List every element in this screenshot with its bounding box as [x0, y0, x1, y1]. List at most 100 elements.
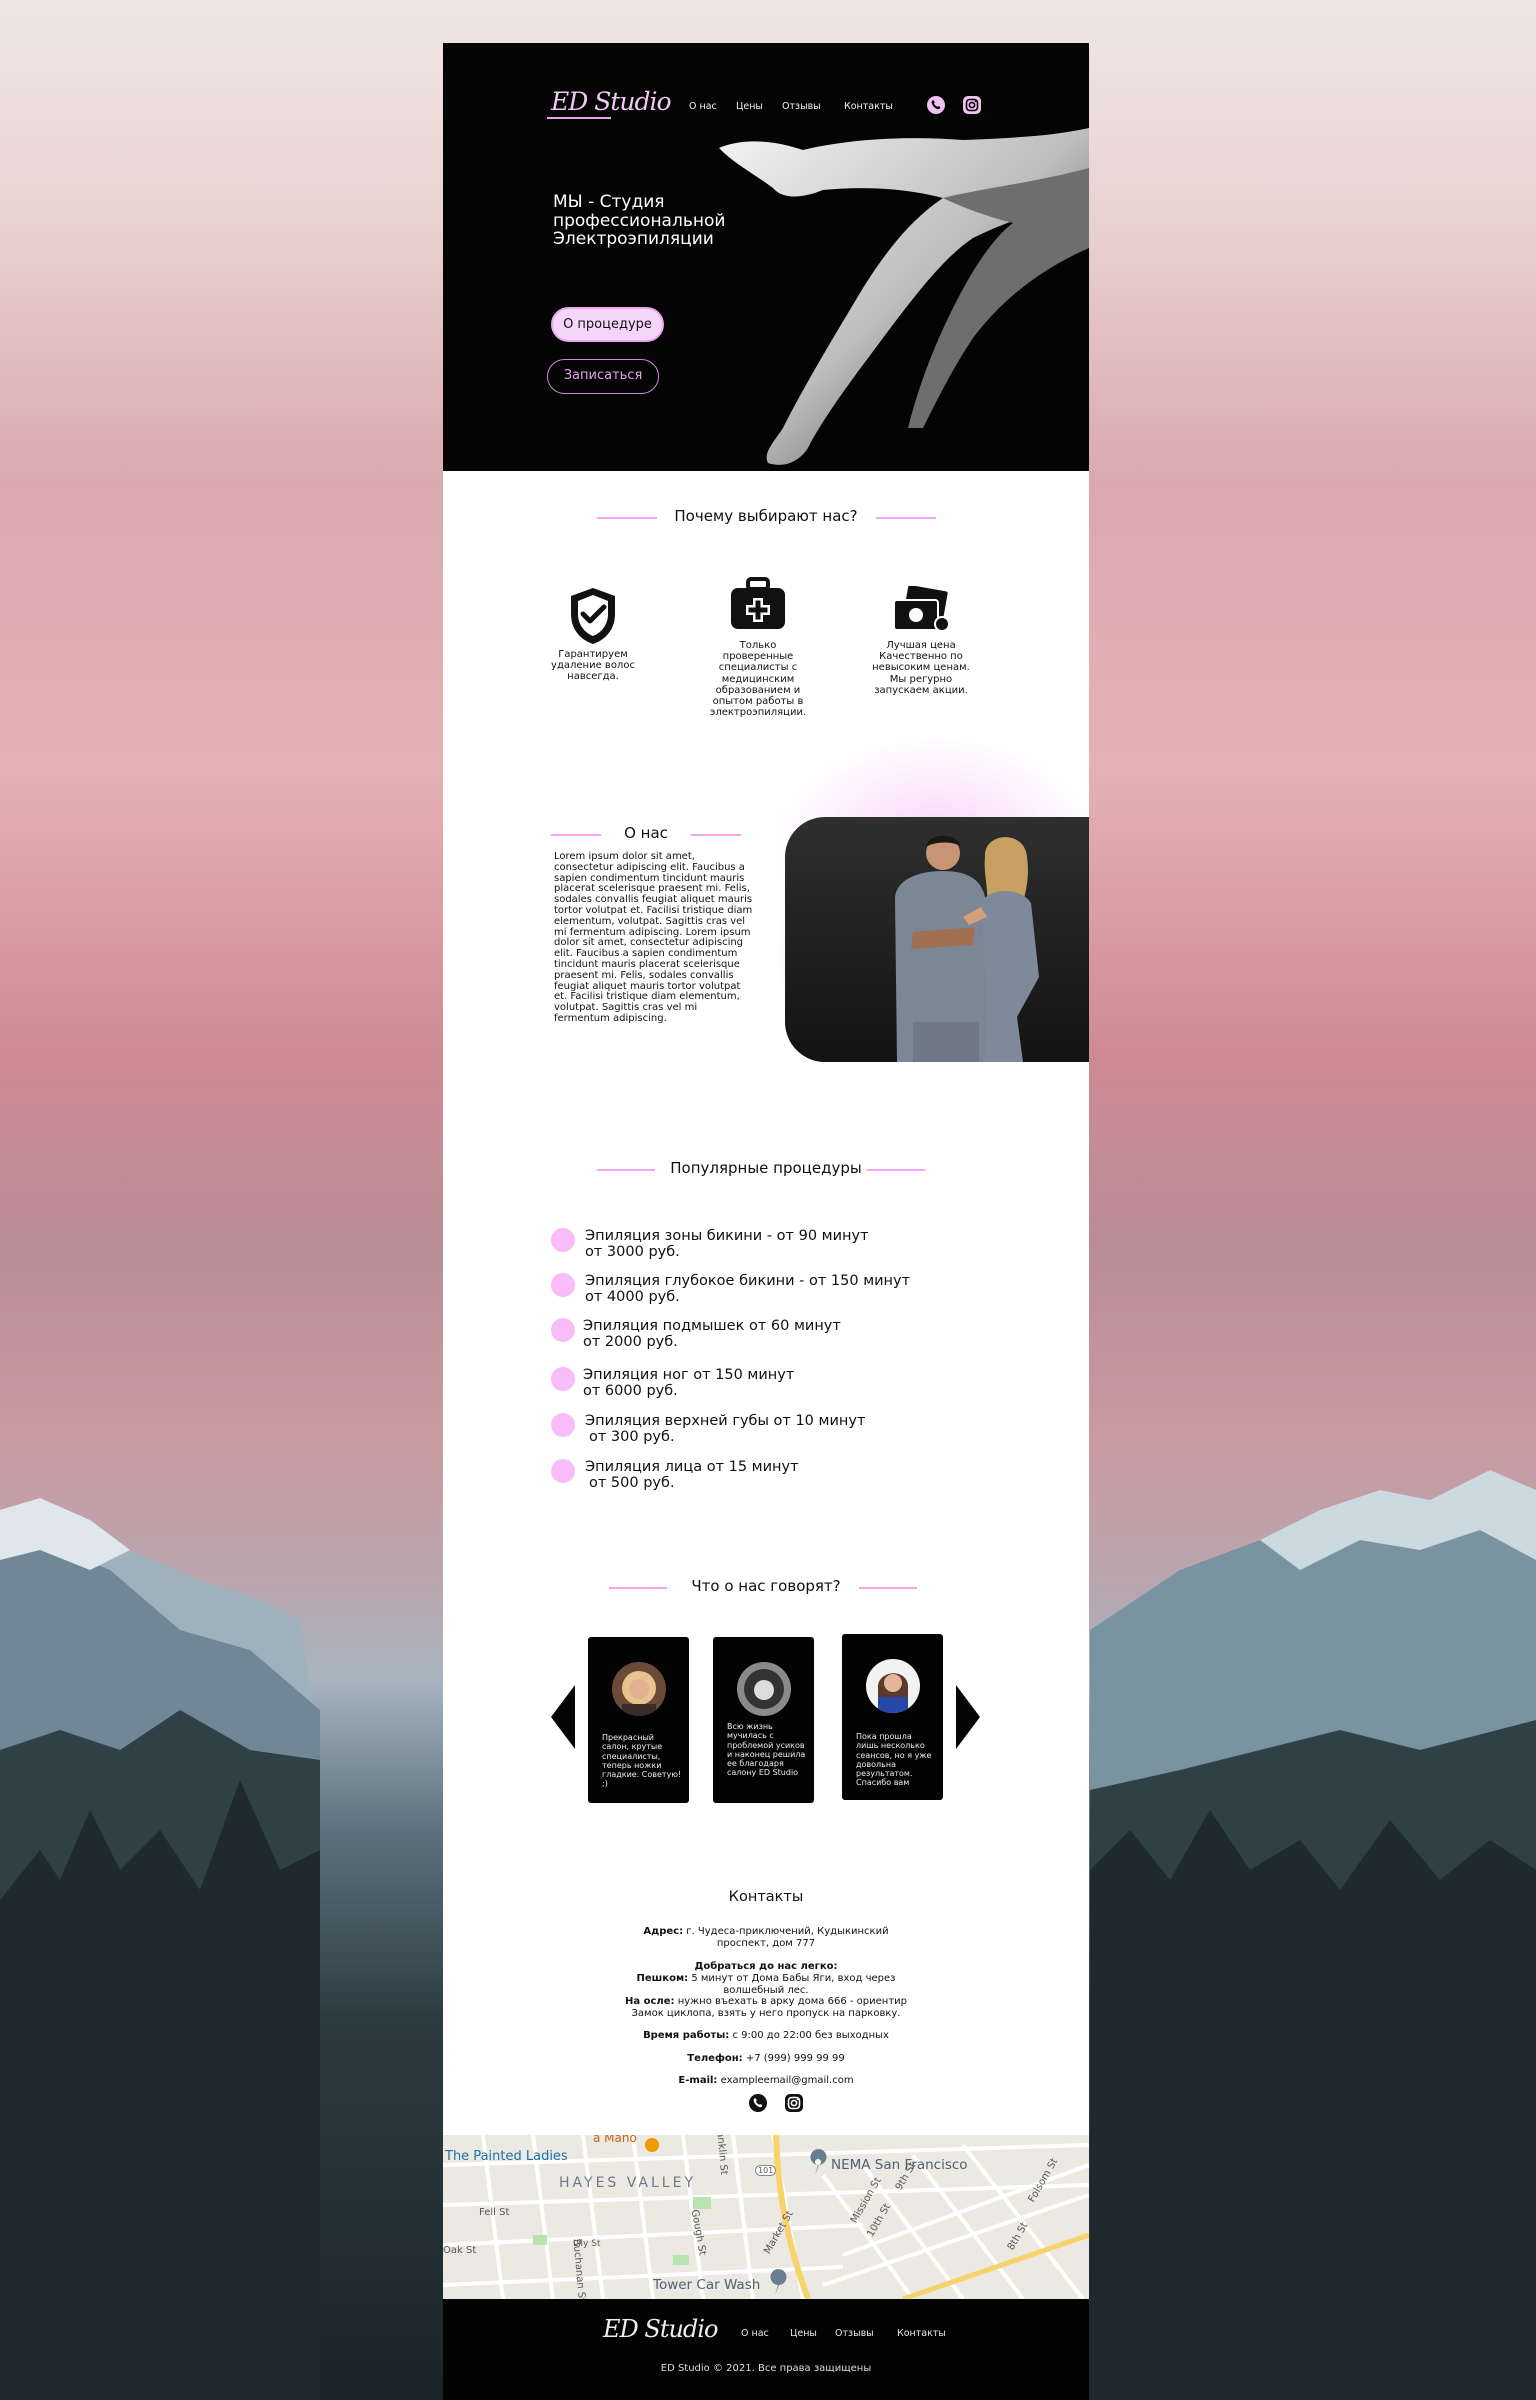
address-value: г. Чудеса-приключений, Кудыкинский	[686, 1926, 889, 1937]
logo-underline	[547, 117, 611, 119]
procedure-price: от 500 руб.	[589, 1475, 675, 1492]
feature-text: Только проверенные специалисты с медицин…	[709, 640, 807, 719]
about-text: Lorem ipsum dolor sit amet, consectetur …	[554, 851, 753, 1024]
hours-label: Время работы:	[643, 2030, 730, 2041]
feature-text: Гарантируем удаление волос навсегда.	[551, 649, 635, 683]
walk-label: Пешком:	[636, 1972, 689, 1984]
procedure-name: Эпиляция глубокое бикини - от 150 минут	[585, 1273, 911, 1289]
avatar	[737, 1662, 791, 1716]
hours-value: с 9:00 до 22:00 без выходных	[732, 2030, 889, 2041]
procedure-price: от 3000 руб.	[585, 1244, 680, 1261]
review-text: Всю жизнь мучилась с проблемой усиков и …	[727, 1722, 806, 1778]
procedure-price: от 2000 руб.	[583, 1334, 678, 1351]
review-text: Пока прошла лишь несколько сеансов, но я…	[856, 1732, 932, 1788]
procedure-text: Эпиляция ног от 150 минут от 6000 руб.	[583, 1367, 794, 1399]
footer: ED Studio О нас Цены Отзывы Контакты ED …	[443, 2299, 1089, 2400]
procedure-price: от 4000 руб.	[585, 1289, 680, 1306]
phone-label: Телефон:	[687, 2053, 743, 2064]
donkey-text: нужно въехать в арку дома 666 - ориентир	[677, 1996, 907, 2008]
address-value: проспект, дом 777	[716, 1937, 816, 1949]
review-card: Прекрасный салон, крутые специалисты, те…	[588, 1637, 689, 1803]
feature-guarantee: Гарантируем удаление волос навсегда.	[545, 586, 641, 683]
procedure-text: Эпиляция верхней губы от 10 минут от 300 …	[585, 1413, 865, 1445]
review-text: Прекрасный салон, крутые специалисты, те…	[602, 1733, 682, 1789]
copyright: ED Studio © 2021. Все права защищены	[660, 2363, 872, 2374]
map-label: a Mano	[593, 2135, 637, 2145]
avatar	[612, 1662, 666, 1716]
avatar	[866, 1659, 920, 1713]
logo[interactable]: ED Studio	[551, 87, 672, 116]
donkey-text: Замок циклопа, взять у него пропуск на п…	[631, 2008, 901, 2020]
email-label: E-mail:	[678, 2075, 718, 2086]
procedure-text: Эпиляция подмышек от 60 минут от 2000 руб…	[583, 1318, 841, 1350]
procedure-text: Эпиляция глубокое бикини - от 150 минут о…	[585, 1273, 910, 1305]
money-icon	[893, 586, 950, 632]
footer-nav-contacts[interactable]: Контакты	[897, 2328, 946, 2339]
nav-link-reviews[interactable]: Отзывы	[782, 101, 821, 112]
map-label: The Painted Ladies	[445, 2149, 568, 2164]
address-label: Адрес:	[643, 1926, 684, 1937]
about-procedure-button[interactable]: О процедуре	[551, 307, 664, 342]
hero-title: МЫ - Студия профессиональной Электроэпил…	[553, 193, 783, 249]
bullet-dot	[551, 1228, 575, 1252]
whatsapp-icon[interactable]	[926, 95, 946, 115]
bullet-dot	[551, 1459, 575, 1483]
hero-title-line: Электроэпиляции	[553, 229, 714, 250]
why-us-title: Почему выбирают нас?	[674, 507, 858, 525]
review-card: Всю жизнь мучилась с проблемой усиков и …	[713, 1637, 814, 1803]
instagram-icon[interactable]	[962, 95, 982, 115]
map-label: NEMA San Francisco	[831, 2157, 968, 2173]
sign-up-button[interactable]: Записаться	[547, 359, 659, 394]
contacts-directions: Добраться до нас легко: Пешком: 5 минут …	[443, 1961, 1089, 2020]
procedure-text: Эпиляция зоны бикини - от 90 минут от 300…	[585, 1228, 869, 1260]
bullet-dot	[551, 1273, 575, 1297]
hero-title-line: профессиональной	[553, 210, 726, 231]
feature-price: Лучшая цена Качественно по невысоким цен…	[869, 586, 973, 696]
nav-link-prices[interactable]: Цены	[736, 101, 763, 112]
donkey-label: На осле:	[624, 1996, 675, 2008]
hero-section: ED Studio О нас Цены Отзывы Контакты МЫ …	[443, 43, 1089, 471]
contacts-title: Контакты	[728, 1889, 804, 1905]
nav-link-contacts[interactable]: Контакты	[844, 101, 893, 112]
procedure-name: Эпиляция лица от 15 минут	[585, 1459, 799, 1475]
map-label: Tower Car Wash	[653, 2277, 761, 2293]
landing-page: ED Studio О нас Цены Отзывы Контакты МЫ …	[443, 43, 1089, 2400]
map-label: Oak St	[443, 2245, 477, 2256]
walk-text: 5 минут от Дома Бабы Яги, вход через	[691, 1972, 896, 1984]
map-label: 101	[755, 2165, 777, 2176]
procedure-name: Эпиляция ног от 150 минут	[583, 1367, 795, 1383]
phone-value[interactable]: +7 (999) 999 99 99	[746, 2053, 845, 2064]
procedure-text: Эпиляция лица от 15 минут от 500 руб.	[585, 1459, 799, 1491]
feature-specialists: Только проверенные специалисты с медицин…	[703, 577, 813, 718]
map-label: HAYES VALLEY	[559, 2175, 697, 2191]
hero-legs-image	[719, 128, 1089, 465]
footer-logo[interactable]: ED Studio	[603, 2315, 718, 2343]
procedure-name: Эпиляция зоны бикини - от 90 минут	[585, 1228, 869, 1244]
team-photo-image	[895, 835, 1039, 1062]
footer-nav-prices[interactable]: Цены	[790, 2328, 817, 2339]
footer-nav-about[interactable]: О нас	[741, 2328, 769, 2339]
procedures-title: Популярные процедуры	[670, 1159, 862, 1177]
email-value[interactable]: exampleemail@gmail.com	[721, 2075, 854, 2086]
nav-link-about[interactable]: О нас	[689, 101, 717, 112]
contacts-email: E-mail: exampleemail@gmail.com	[443, 2075, 1089, 2087]
instagram-icon[interactable]	[784, 2093, 804, 2113]
map-label: Fell St	[479, 2207, 510, 2218]
contacts-address: Адрес: г. Чудеса-приключений, Кудыкински…	[443, 1926, 1089, 1950]
review-card: Пока прошла лишь несколько сеансов, но я…	[842, 1634, 943, 1800]
procedure-name: Эпиляция подмышек от 60 минут	[583, 1318, 841, 1334]
footer-nav-reviews[interactable]: Отзывы	[835, 2328, 874, 2339]
route-label: Добраться до нас легко:	[694, 1961, 838, 1972]
about-title: О нас	[624, 824, 668, 842]
bullet-dot	[551, 1318, 575, 1342]
arrow-left-icon[interactable]	[551, 1685, 575, 1749]
map[interactable]: a Mano The Painted Ladies HAYES VALLEY N…	[443, 2135, 1089, 2299]
arrow-right-icon[interactable]	[956, 1685, 980, 1749]
bullet-dot	[551, 1367, 575, 1391]
contacts-phone: Телефон: +7 (999) 999 99 99	[443, 2053, 1089, 2065]
medical-kit-icon	[731, 577, 785, 629]
walk-text: волшебный лес.	[723, 1984, 809, 1996]
shield-check-icon	[571, 588, 615, 644]
hero-title-line: МЫ - Студия	[553, 192, 665, 212]
whatsapp-icon[interactable]	[748, 2093, 768, 2113]
